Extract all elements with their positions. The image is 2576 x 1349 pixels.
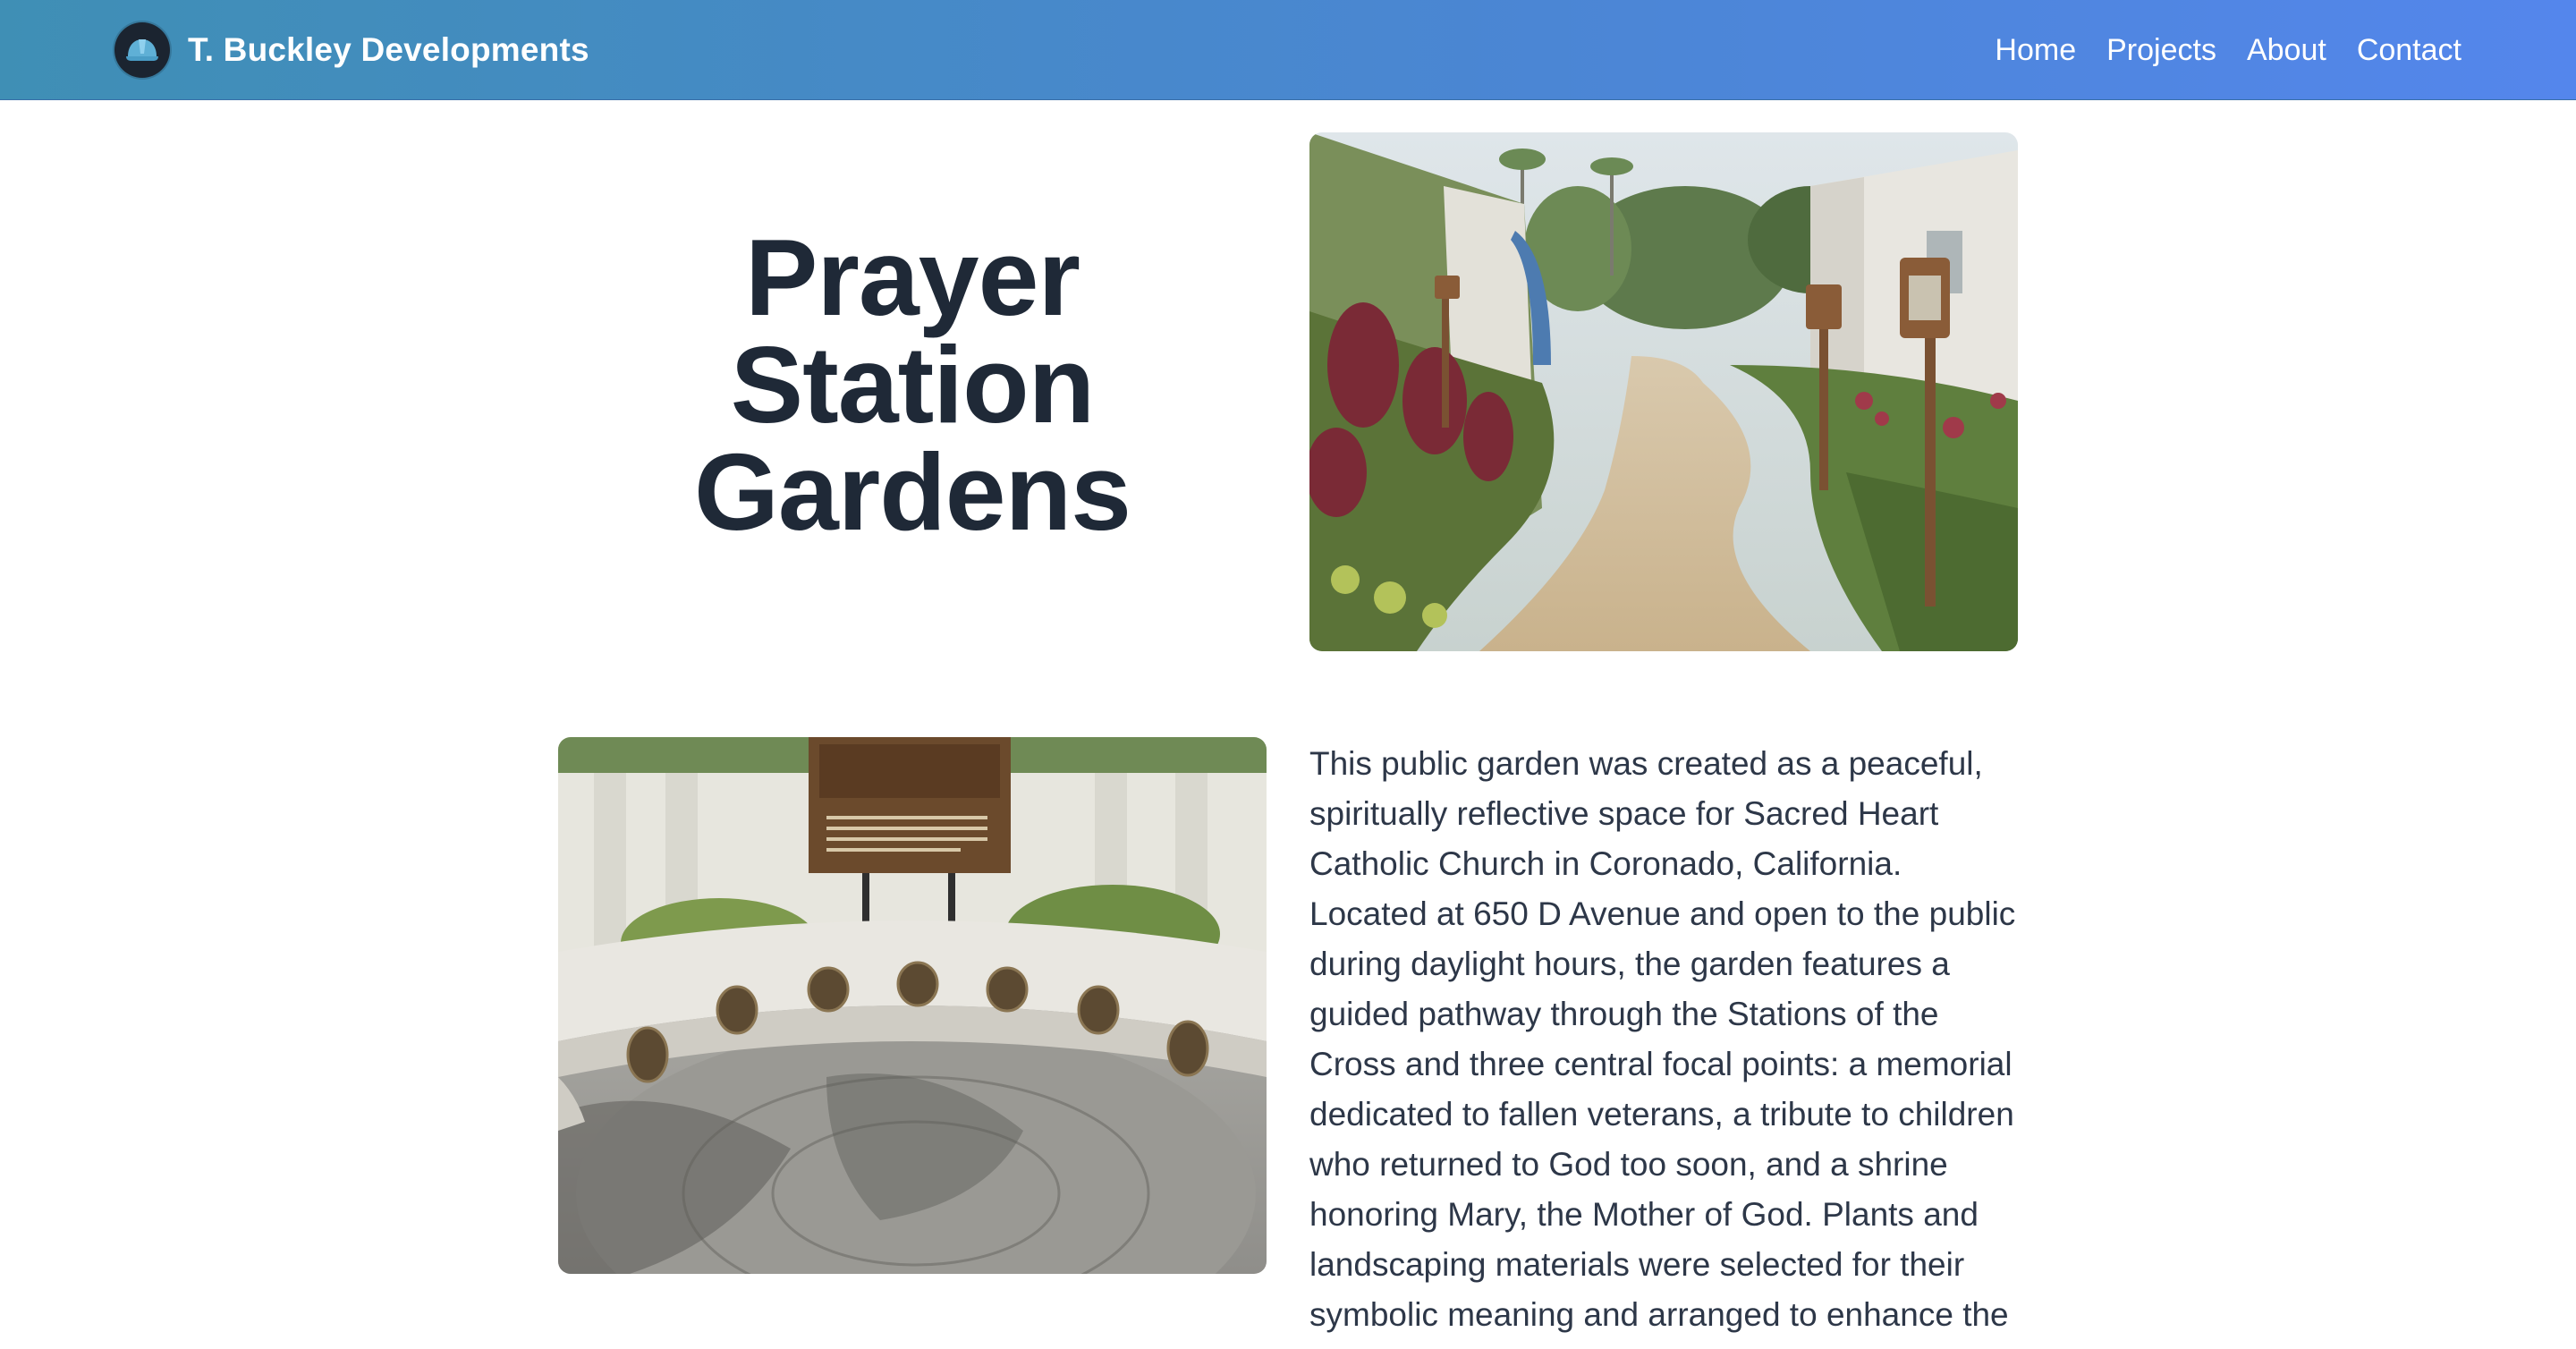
nav-contact[interactable]: Contact xyxy=(2357,33,2462,68)
main-nav: Home Projects About Contact xyxy=(1964,21,2462,79)
project-description: This public garden was created as a peac… xyxy=(1309,745,2016,1333)
garden-pathway-photo xyxy=(1309,132,2018,651)
page: T. Buckley Developments Home Projects Ab… xyxy=(0,0,2576,1349)
nav-projects[interactable]: Projects xyxy=(2106,33,2216,68)
brand-name: T. Buckley Developments xyxy=(188,31,589,68)
brand-link[interactable]: T. Buckley Developments xyxy=(114,21,589,79)
veterans-memorial-photo xyxy=(558,737,1267,1274)
project-title: Prayer Station Gardens xyxy=(694,216,1131,553)
nav-about[interactable]: About xyxy=(2247,33,2326,68)
top-navbar: T. Buckley Developments Home Projects Ab… xyxy=(0,0,2576,100)
nav-home[interactable]: Home xyxy=(1995,33,2076,68)
hard-hat-icon xyxy=(114,22,170,78)
